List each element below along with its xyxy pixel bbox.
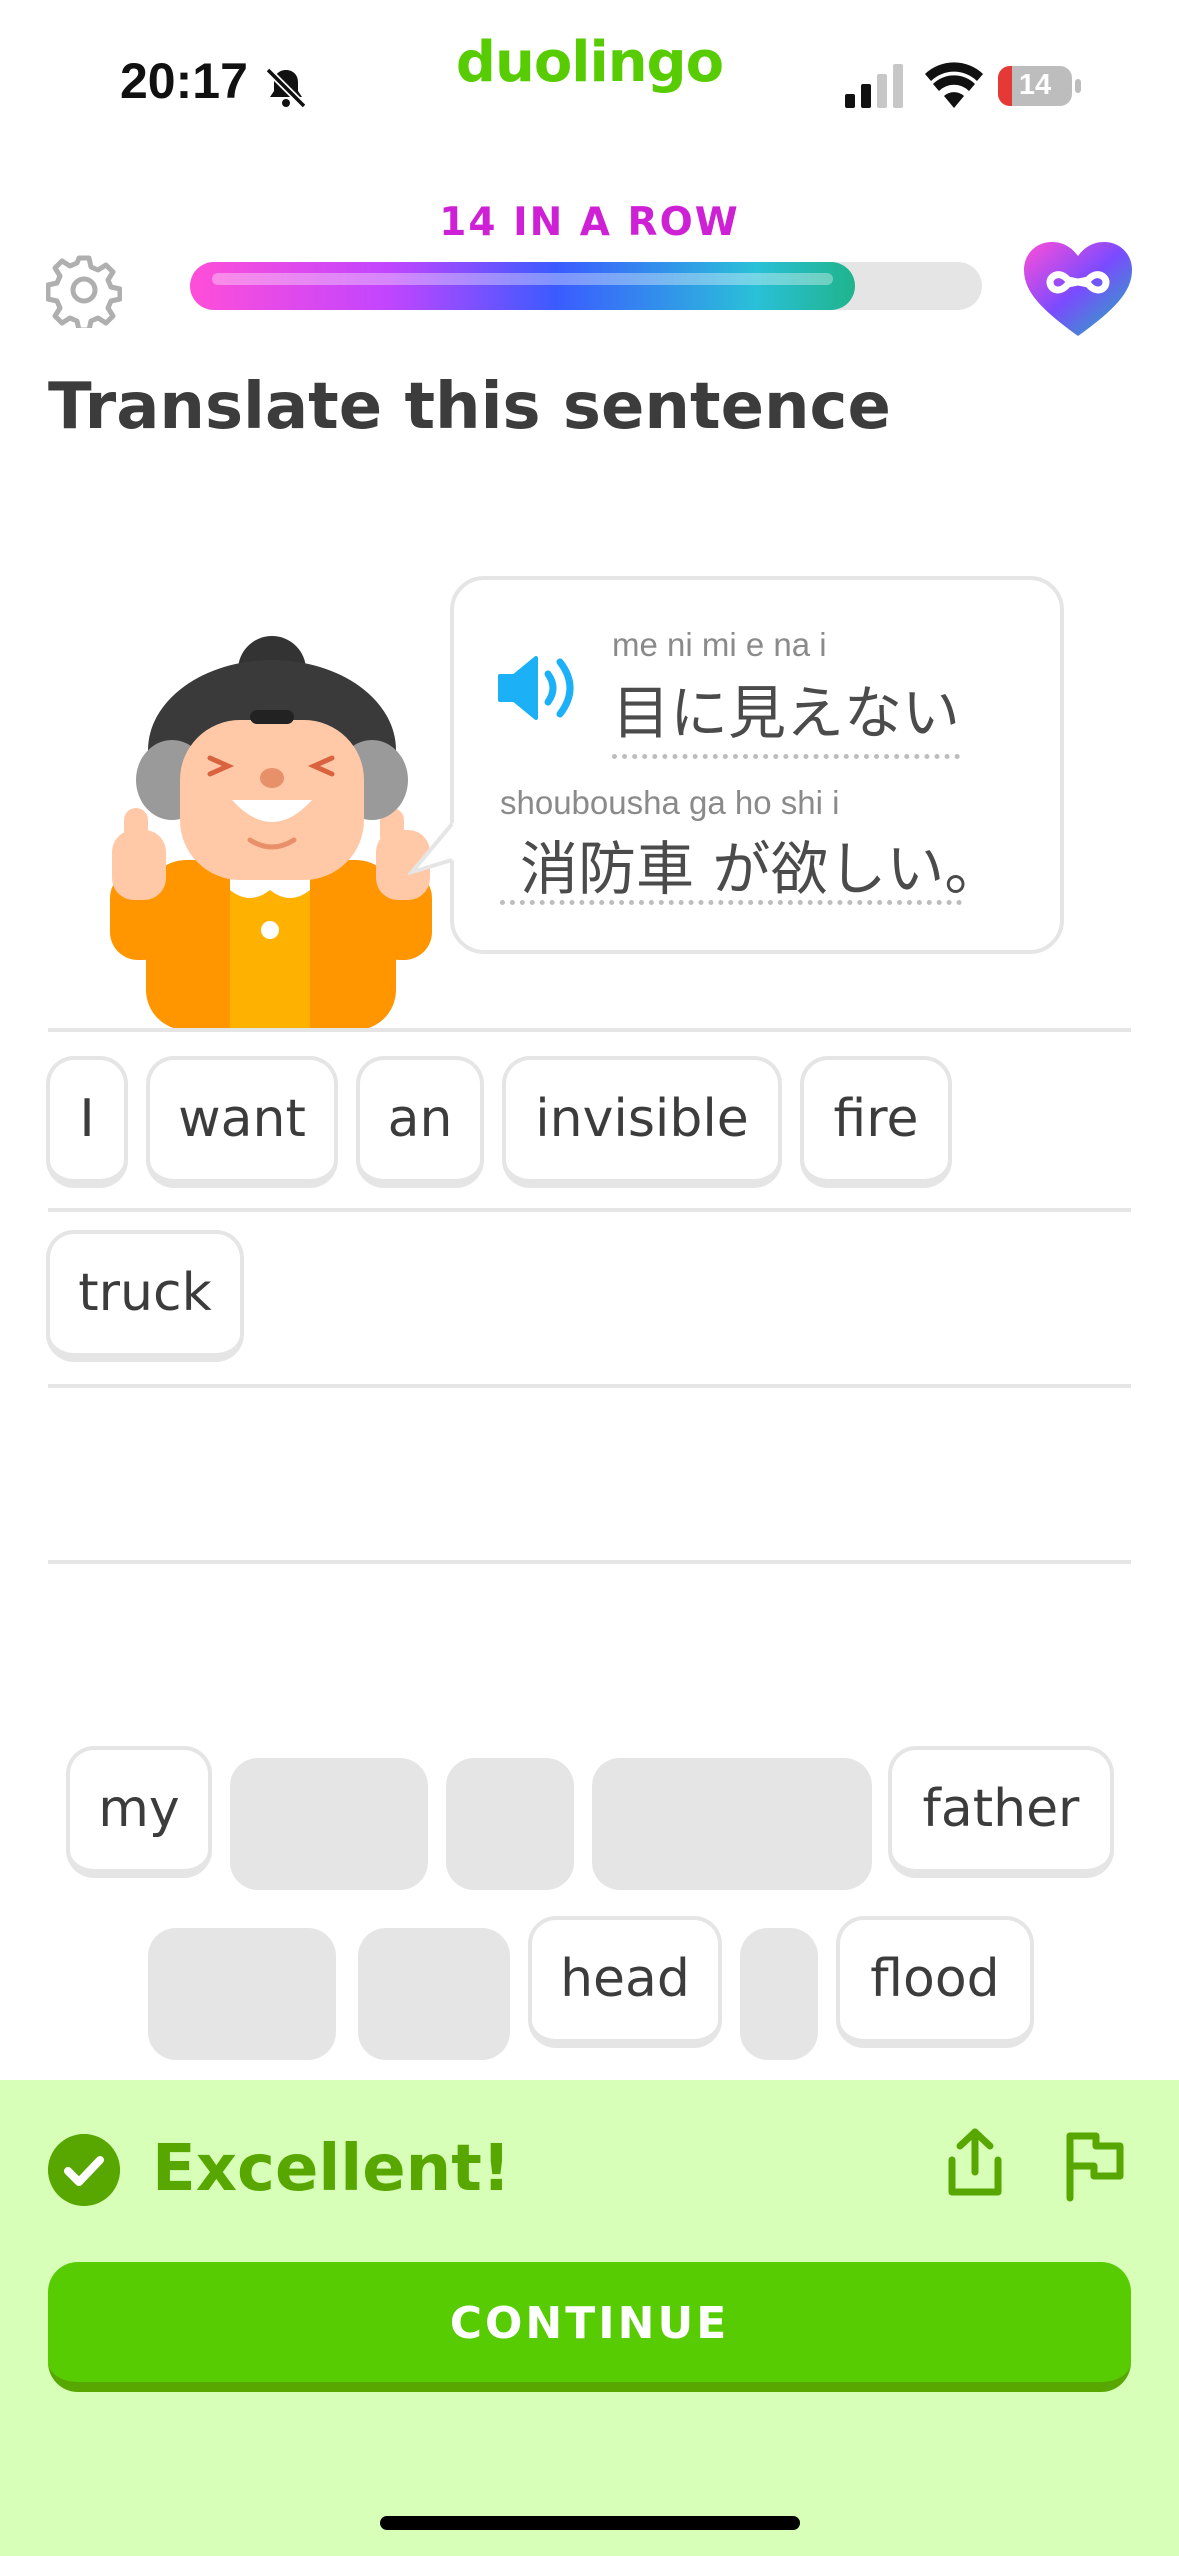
battery-level: 14 bbox=[1018, 69, 1052, 101]
feedback-message: Excellent! bbox=[152, 2132, 511, 2206]
answer-line bbox=[48, 1028, 1131, 1032]
answer-word-chip[interactable]: fire bbox=[800, 1056, 952, 1188]
word-bank-chip[interactable]: my bbox=[66, 1746, 212, 1878]
answer-word-chip[interactable]: want bbox=[146, 1056, 338, 1188]
word-bank-empty-slot bbox=[740, 1928, 818, 2060]
check-circle-icon bbox=[48, 2134, 120, 2206]
word-bank-empty-slot bbox=[358, 1928, 510, 2060]
streak-label: 14 IN A ROW bbox=[439, 200, 740, 245]
signal-icon bbox=[845, 64, 903, 108]
japanese-line-1[interactable]: 目に見えない bbox=[612, 666, 961, 759]
word-bank-empty-slot bbox=[446, 1758, 574, 1890]
wifi-icon bbox=[925, 62, 983, 108]
word-bank-chip[interactable]: father bbox=[888, 1746, 1114, 1878]
word-bank-chip[interactable]: flood bbox=[836, 1916, 1034, 2048]
word-bank-empty-slot bbox=[230, 1758, 428, 1890]
word-bank-empty-slot bbox=[592, 1758, 872, 1890]
battery-icon: 14 bbox=[998, 66, 1082, 106]
lesson-progress-fill bbox=[190, 262, 856, 310]
furigana-line-1: me ni mi e na i bbox=[612, 626, 827, 663]
home-indicator[interactable] bbox=[380, 2516, 800, 2530]
exercise-instruction: Translate this sentence bbox=[48, 370, 891, 444]
japanese-line-2[interactable]: 消防車 が欲しい。 bbox=[520, 822, 1002, 906]
settings-gear-icon[interactable] bbox=[46, 252, 122, 328]
hint-underline bbox=[500, 900, 962, 905]
answer-word-chip[interactable]: I bbox=[46, 1056, 128, 1188]
character-illustration bbox=[110, 636, 432, 1030]
word-bank-empty-slot bbox=[148, 1928, 336, 2060]
lesson-progress-bar bbox=[190, 262, 982, 310]
infinite-hearts-icon[interactable] bbox=[1022, 240, 1134, 340]
continue-button[interactable]: CONTINUE bbox=[48, 2262, 1131, 2392]
answer-line bbox=[48, 1384, 1131, 1388]
speech-bubble-tail bbox=[408, 822, 454, 876]
answer-line bbox=[48, 1208, 1131, 1212]
answer-word-chip[interactable]: truck bbox=[46, 1230, 244, 1362]
share-icon[interactable] bbox=[942, 2126, 1008, 2202]
report-flag-icon[interactable] bbox=[1058, 2126, 1128, 2202]
answer-word-chip[interactable]: invisible bbox=[502, 1056, 782, 1188]
answer-word-chip[interactable]: an bbox=[356, 1056, 484, 1188]
furigana-line-2: shoubousha ga ho shi i bbox=[500, 784, 840, 821]
speaker-icon[interactable] bbox=[496, 652, 580, 724]
word-bank-chip[interactable]: head bbox=[528, 1916, 722, 2048]
answer-line bbox=[48, 1560, 1131, 1564]
